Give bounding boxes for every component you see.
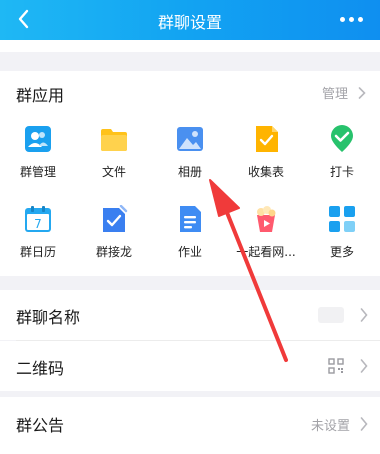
homework-icon	[180, 206, 201, 232]
group-name-value	[318, 307, 344, 323]
app-label: 群管理	[19, 165, 56, 179]
calendar-icon: 7	[25, 206, 51, 232]
row-announcement[interactable]: 群公告 未设置	[0, 397, 380, 454]
app-label: 更多	[329, 245, 354, 259]
app-homework[interactable]: 作业	[152, 197, 228, 273]
manage-link[interactable]: 管理	[322, 83, 366, 102]
row-label: 群公告	[16, 416, 65, 435]
app-photo-album[interactable]: 相册	[152, 117, 228, 193]
row-group-name[interactable]: 群聊名称	[0, 290, 380, 340]
app-label: 文件	[101, 165, 126, 179]
photo-album-icon	[177, 127, 203, 151]
more-dot	[349, 17, 354, 22]
app-label: 一起看网...	[236, 245, 296, 259]
app-label: 作业	[177, 245, 202, 259]
more-dot	[358, 17, 363, 22]
row-label: 群聊名称	[16, 308, 81, 327]
collect-form-icon	[256, 126, 278, 152]
more-apps-icon	[329, 206, 355, 232]
manage-label: 管理	[321, 87, 348, 102]
app-more[interactable]: 更多	[304, 197, 380, 273]
app-check-in[interactable]: 打卡	[304, 117, 380, 193]
back-chevron-icon	[18, 9, 29, 29]
header-bar: 群聊设置	[0, 0, 380, 40]
qr-code-icon	[328, 358, 344, 374]
app-relay[interactable]: 群接龙	[76, 197, 152, 273]
svg-text:7: 7	[34, 217, 42, 231]
chevron-right-icon	[358, 86, 366, 99]
announcement-value: 未设置	[310, 419, 350, 434]
more-dots-icon	[340, 17, 345, 22]
relay-icon	[103, 205, 128, 232]
app-calendar[interactable]: 7 群日历	[0, 197, 76, 273]
app-label: 群接龙	[95, 245, 132, 259]
back-button[interactable]	[10, 4, 40, 34]
app-group-manage[interactable]: 群管理	[0, 117, 76, 193]
app-watch-together[interactable]: 一起看网...	[228, 197, 304, 273]
more-button[interactable]	[334, 6, 370, 34]
page-title: 群聊设置	[157, 13, 222, 32]
section-title: 群应用	[16, 86, 65, 105]
app-label: 收集表	[247, 165, 284, 179]
app-files[interactable]: 文件	[76, 117, 152, 193]
row-qr-code[interactable]: 二维码	[0, 341, 380, 391]
check-in-icon	[331, 125, 353, 152]
app-label: 相册	[177, 165, 202, 179]
row-label: 二维码	[16, 359, 65, 378]
top-strip	[0, 40, 380, 52]
chevron-right-icon	[360, 417, 368, 431]
group-apps-section: 群应用 管理 群管理 文件 相册 收集表 打卡 7 群日历 群接龙 作业 一起看…	[0, 71, 380, 276]
folder-icon	[101, 129, 127, 151]
app-label: 群日历	[19, 245, 56, 259]
chevron-right-icon	[360, 359, 368, 373]
watch-together-icon	[257, 206, 276, 232]
app-label: 打卡	[329, 165, 354, 179]
group-manage-icon	[25, 126, 51, 152]
chevron-right-icon	[360, 308, 368, 322]
app-collect-form[interactable]: 收集表	[228, 117, 304, 193]
